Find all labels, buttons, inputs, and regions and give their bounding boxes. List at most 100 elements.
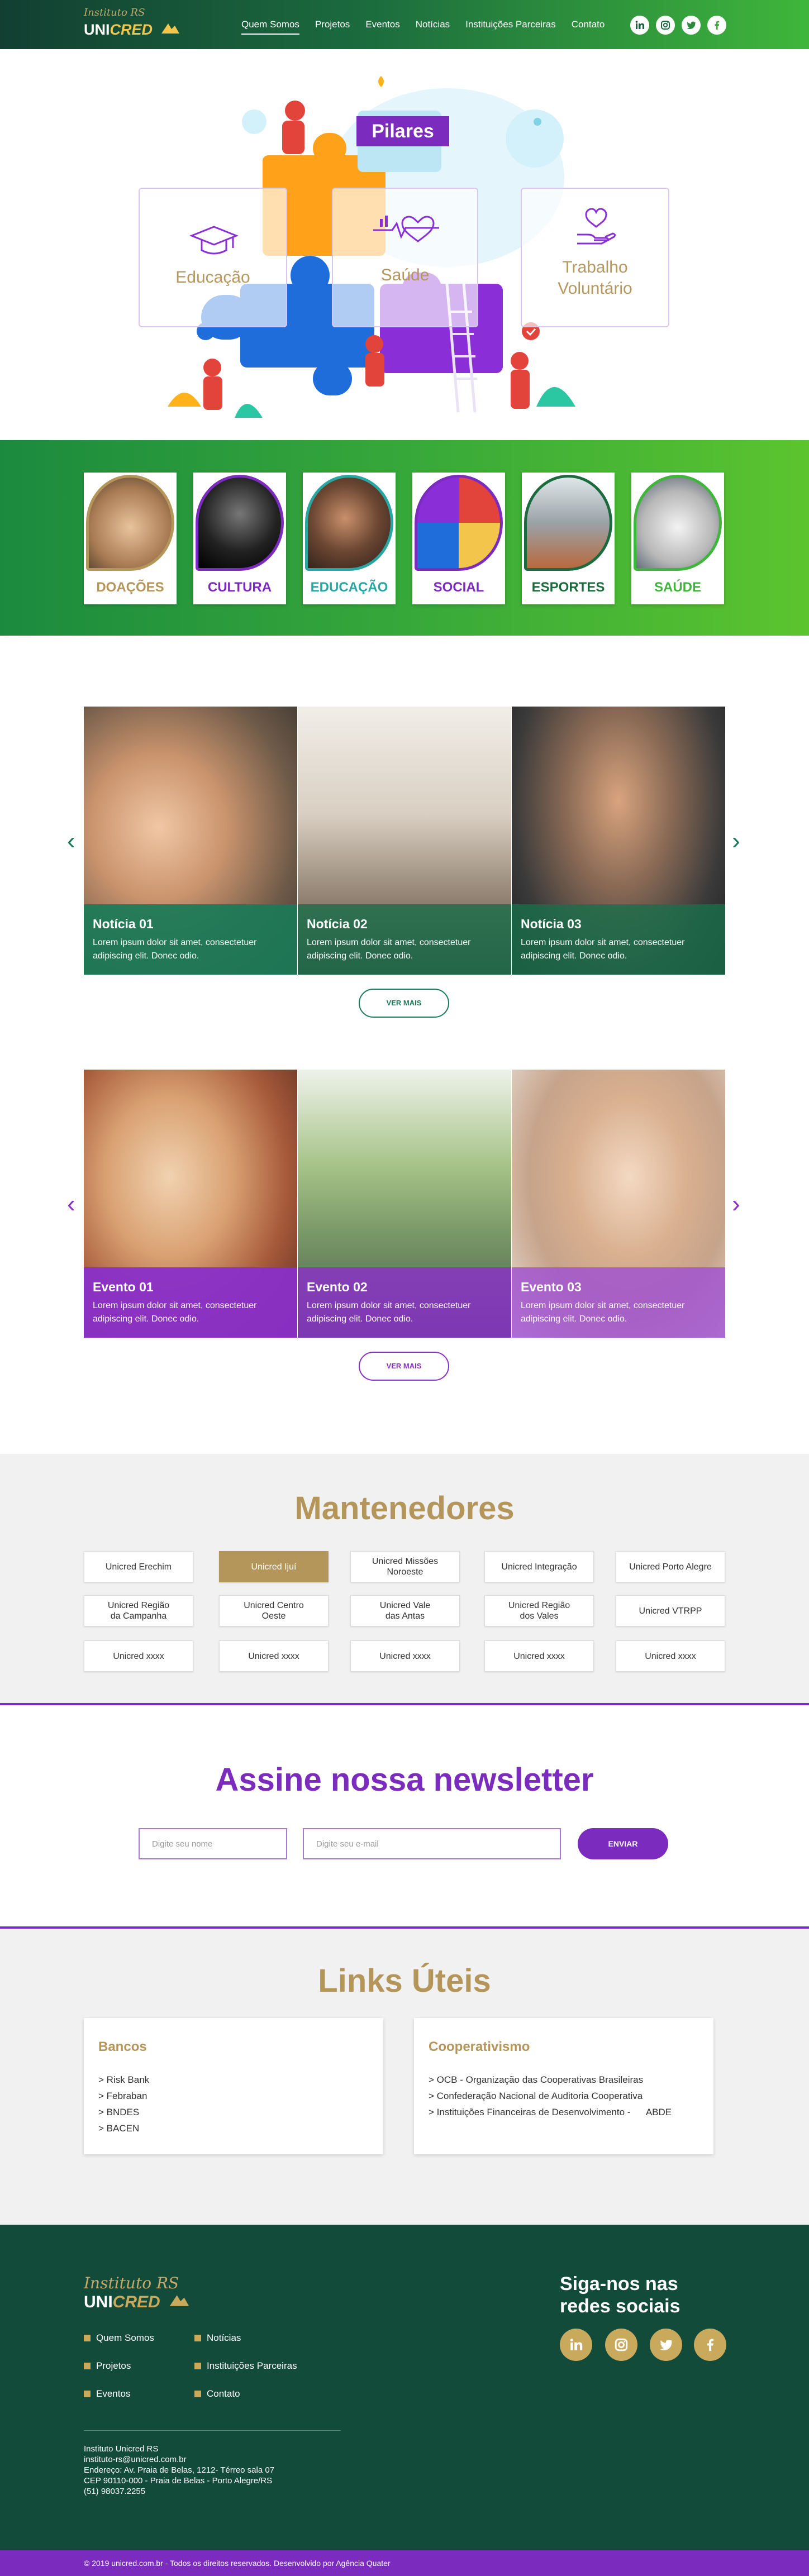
pilar-card-educacao[interactable]: Educação [139, 188, 287, 327]
link-item[interactable]: > Febraban [98, 2088, 369, 2104]
event-card-3[interactable]: Evento 03 Lorem ipsum dolor sit amet, co… [512, 1070, 725, 1338]
pilar-label-educacao: Educação [175, 268, 250, 287]
category-card-cultura[interactable]: CULTURA [193, 473, 286, 604]
logo-cred-text: CRED [110, 21, 153, 38]
categories-band: DOAÇÕES CULTURA EDUCAÇÃO SOCIAL ESPORTES… [0, 440, 809, 636]
link-item[interactable]: > Instituições Financeiras de Desenvolvi… [429, 2104, 699, 2120]
link-item[interactable]: > OCB - Organização das Cooperativas Bra… [429, 2072, 699, 2088]
newsletter-submit-button[interactable]: ENVIAR [578, 1828, 668, 1859]
newsletter-name-input[interactable]: Digite seu nome [139, 1828, 287, 1859]
mantenedor-button[interactable]: Unicred Erechim [84, 1551, 193, 1582]
twitter-icon[interactable] [682, 16, 701, 35]
links-card-title: Bancos [98, 2039, 147, 2054]
event-card-1[interactable]: Evento 01 Lorem ipsum dolor sit amet, co… [84, 1070, 297, 1338]
main-nav: Quem Somos Projetos Eventos Notícias Ins… [241, 19, 620, 35]
category-label: CULTURA [207, 580, 272, 595]
linkedin-icon[interactable] [560, 2329, 592, 2361]
facebook-icon[interactable] [694, 2329, 726, 2361]
mantenedor-button[interactable]: Unicred Região dos Vales [484, 1595, 594, 1626]
events-next-arrow[interactable]: › [732, 1192, 740, 1217]
nav-item-noticias[interactable]: Notícias [416, 19, 450, 35]
footer-logo[interactable]: UNICRED [84, 2293, 192, 2312]
news-excerpt: Lorem ipsum dolor sit amet, consectetuer… [307, 938, 471, 961]
category-photo [524, 475, 612, 571]
site-footer: Instituto RS UNICRED Quem Somos Notícias… [0, 2225, 809, 2550]
events-carousel: Evento 01 Lorem ipsum dolor sit amet, co… [84, 1070, 725, 1338]
events-see-more-button[interactable]: VER MAIS [359, 1352, 449, 1381]
nav-item-projetos[interactable]: Projetos [315, 19, 350, 35]
twitter-icon[interactable] [650, 2329, 682, 2361]
events-prev-arrow[interactable]: ‹ [67, 1192, 75, 1217]
news-excerpt: Lorem ipsum dolor sit amet, consectetuer… [521, 938, 685, 961]
follow-us-line: Siga-nos nas [560, 2273, 678, 2294]
nav-item-eventos[interactable]: Eventos [365, 19, 399, 35]
news-prev-arrow[interactable]: ‹ [67, 829, 75, 853]
logo-uni-text: UNI [84, 21, 110, 38]
footer-nav-quem-somos[interactable]: Quem Somos [84, 2332, 154, 2344]
pilar-card-saude[interactable]: Saúde [332, 188, 478, 327]
link-item[interactable]: > BNDES [98, 2104, 369, 2120]
mantenedor-button[interactable]: Unicred xxxx [616, 1640, 725, 1672]
mantenedor-button[interactable]: Unicred Integração [484, 1551, 594, 1582]
footer-email[interactable]: instituto-rs@unicred.com.br [84, 2454, 274, 2465]
category-card-social[interactable]: SOCIAL [412, 473, 505, 604]
nav-item-quem-somos[interactable]: Quem Somos [241, 19, 299, 35]
category-card-esportes[interactable]: ESPORTES [522, 473, 615, 604]
nav-item-contato[interactable]: Contato [572, 19, 605, 35]
hero-pilares: Pilares Educação Saúde Trabalho Voluntár… [0, 49, 809, 479]
news-card-3[interactable]: Notícia 03 Lorem ipsum dolor sit amet, c… [512, 707, 725, 975]
category-label: SAÚDE [654, 580, 701, 595]
links-list: > OCB - Organização das Cooperativas Bra… [429, 2072, 699, 2120]
instagram-icon[interactable] [656, 16, 675, 35]
site-logo[interactable]: UNICRED [84, 21, 182, 39]
mantenedor-button[interactable]: Unicred xxxx [219, 1640, 329, 1672]
event-excerpt: Lorem ipsum dolor sit amet, consectetuer… [93, 1301, 257, 1324]
nav-item-instituicoes[interactable]: Instituições Parceiras [465, 19, 556, 35]
footer-nav-eventos[interactable]: Eventos [84, 2388, 130, 2400]
mantenedores-section: Mantenedores Unicred Erechim Unicred Iju… [0, 1454, 809, 1705]
news-card-1[interactable]: Notícia 01 Lorem ipsum dolor sit amet, c… [84, 707, 297, 975]
heartbeat-chart-icon [373, 216, 439, 242]
category-card-saude[interactable]: SAÚDE [631, 473, 724, 604]
facebook-icon[interactable] [707, 16, 726, 35]
link-item[interactable]: > Confederação Nacional de Auditoria Coo… [429, 2088, 699, 2104]
mantenedor-button[interactable]: Unicred Vale das Antas [350, 1595, 460, 1626]
mantenedor-button[interactable]: Unicred Missões Noroeste [350, 1551, 460, 1582]
mantenedores-title: Mantenedores [294, 1490, 515, 1526]
mantenedor-button[interactable]: Unicred xxxx [484, 1640, 594, 1672]
footer-nav-projetos[interactable]: Projetos [84, 2360, 131, 2372]
newsletter-email-input[interactable]: Digite seu e-mail [303, 1828, 561, 1859]
logo-institute-text: Instituto RS [84, 7, 145, 18]
category-photo [634, 475, 722, 571]
footer-nav-contato[interactable]: Contato [194, 2388, 240, 2400]
mantenedor-button[interactable]: Unicred xxxx [84, 1640, 193, 1672]
links-list: > Risk Bank > Febraban > BNDES > BACEN [98, 2072, 369, 2136]
news-see-more-button[interactable]: VER MAIS [359, 989, 449, 1018]
mantenedor-button[interactable]: Unicred VTRPP [616, 1595, 725, 1626]
category-card-educacao[interactable]: EDUCAÇÃO [303, 473, 396, 604]
mantenedor-button[interactable]: Unicred Centro Oeste [219, 1595, 329, 1626]
mantenedor-button[interactable]: Unicred Porto Alegre [616, 1551, 725, 1582]
footer-nav-instituicoes[interactable]: Instituições Parceiras [194, 2360, 297, 2372]
category-label: ESPORTES [531, 580, 605, 595]
footer-nav-noticias[interactable]: Notícias [194, 2332, 241, 2344]
links-title: Links Úteis [318, 1963, 491, 1999]
link-item[interactable]: > BACEN [98, 2120, 369, 2136]
pilar-card-trabalho-voluntario[interactable]: Trabalho Voluntário [521, 188, 669, 327]
mantenedor-button[interactable]: Unicred Região da Campanha [84, 1595, 193, 1626]
category-photo [415, 475, 503, 571]
instagram-icon[interactable] [605, 2329, 637, 2361]
category-photo [305, 475, 393, 571]
news-next-arrow[interactable]: › [732, 829, 740, 853]
mantenedor-button[interactable]: Unicred xxxx [350, 1640, 460, 1672]
category-card-doacoes[interactable]: DOAÇÕES [84, 473, 177, 604]
footer-divider [84, 2430, 341, 2431]
news-card-2[interactable]: Notícia 02 Lorem ipsum dolor sit amet, c… [298, 707, 511, 975]
mantenedor-button[interactable]: Unicred Ijuí [219, 1551, 329, 1582]
linkedin-icon[interactable] [630, 16, 649, 35]
helping-hand-heart-icon [577, 208, 616, 245]
newsletter-section: Assine nossa newsletter Digite seu nome … [0, 1705, 809, 1929]
category-label: SOCIAL [433, 580, 484, 595]
link-item[interactable]: > Risk Bank [98, 2072, 369, 2088]
event-card-2[interactable]: Evento 02 Lorem ipsum dolor sit amet, co… [298, 1070, 511, 1338]
